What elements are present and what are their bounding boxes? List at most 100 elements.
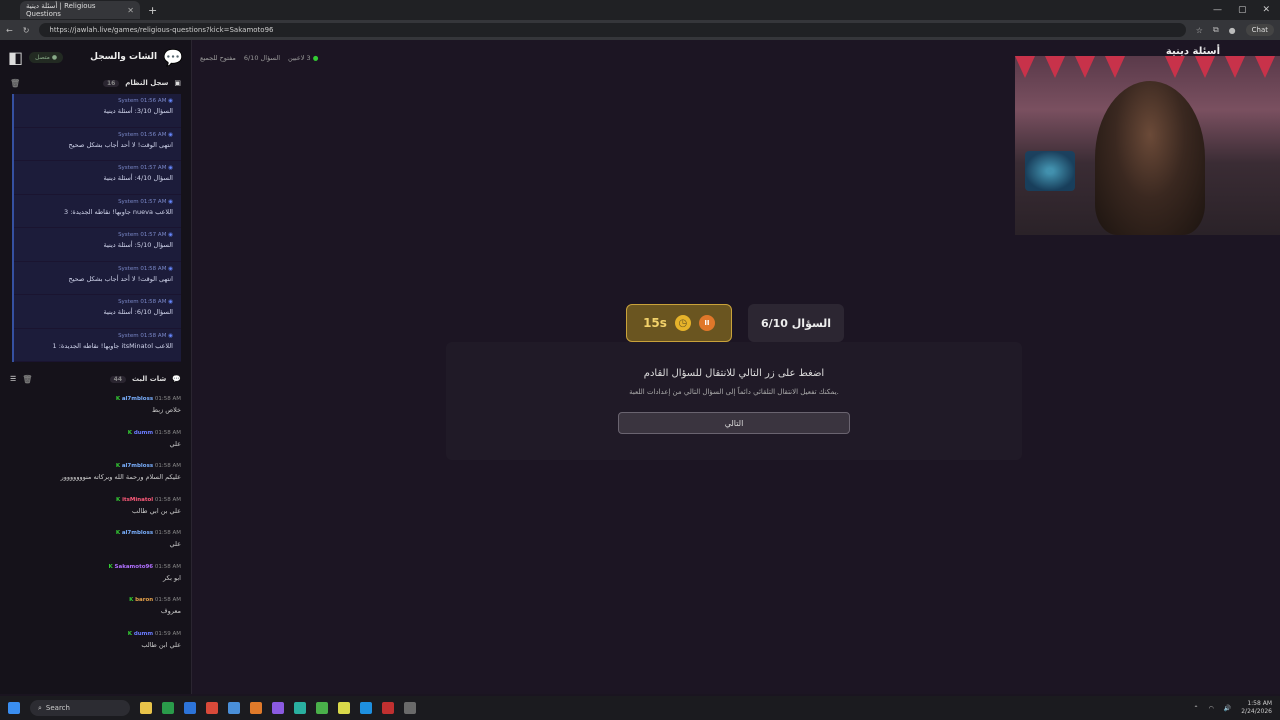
wifi-icon[interactable]: ◠ [1209,705,1214,712]
chat-message: K itsMinatol 01:58 AM علي بن ابي طالب [116,496,181,515]
app-icon[interactable] [206,702,218,714]
taskbar-search[interactable]: ⌕ Search [30,700,130,716]
next-question-card: اضغط على زر التالي للانتقال للسؤال القاد… [446,342,1022,460]
search-icon: ⌕ [38,703,42,712]
trash-icon[interactable]: 🗑 [22,375,32,384]
close-tab-icon[interactable]: ✕ [127,6,134,15]
profile-icon[interactable]: ● [1229,26,1236,35]
chat-message: K al7mbloss 01:58 AM خلاص زبط [115,396,181,414]
sidebar-title: الشات والسجل [90,52,158,62]
system-log-title: سجل النظام [125,79,169,87]
kick-icon: K [115,396,121,402]
collapse-sidebar-icon[interactable]: ◧ [8,48,23,67]
system-log-item: ◉ System 01:56 AM انتهى الوقت! لا أحد أجا… [14,127,181,161]
file-explorer-icon[interactable] [140,702,152,714]
status-badge: ● متصل [29,51,64,63]
app-icon[interactable] [272,702,284,714]
kick-icon: K [127,429,133,436]
chat-message: K al7mbloss 01:58 AM علي [115,530,181,548]
kick-icon: K [108,563,113,570]
next-button[interactable]: التالي [618,412,850,434]
url-text: https://jawlah.live/games/religious-ques… [49,26,274,34]
question-progress: السؤال 6/10 [243,54,281,62]
volume-icon[interactable]: 🔊 [1224,705,1231,712]
chrome-icon[interactable] [338,702,350,714]
minimize-icon[interactable]: — [1213,5,1222,15]
edge-icon[interactable] [360,702,372,714]
system-log-item: ◉ System 01:57 AM السؤال 5/10: أسئلة ديني… [14,228,181,262]
clock-icon: ◷ [674,315,691,331]
taskbar-clock[interactable]: 1:58 AM 2/24/2026 [1241,700,1272,716]
monitor-glow [1025,151,1075,191]
app-icon[interactable] [316,702,328,714]
window-controls: — ▢ ✕ [1213,5,1280,15]
bot-icon: ◉ [168,299,173,305]
tab-title: أسئلة دينية | Religious Questions [26,2,96,18]
live-chat-list: K al7mbloss 01:58 AM خلاص زبط K dumm 01:58… [0,392,191,660]
windows-taskbar: ⌕ Search ⌃ ◠ 🔊 1:58 AM 2/24/2026 [0,696,1280,720]
tray-chevron-icon[interactable]: ⌃ [1193,705,1198,712]
chat-button[interactable]: Chat [1245,24,1274,36]
kick-icon: K [127,630,133,637]
timer-box: 15s ◷ II [626,304,732,342]
app-icon[interactable] [184,702,196,714]
chat-message: K baron 01:58 AM معروف [129,597,181,615]
question-counter: السؤال 6/10 [748,304,844,342]
close-window-icon[interactable]: ✕ [1262,5,1270,15]
bot-icon: ◉ [168,131,173,138]
timer-seconds: 15s [643,316,667,330]
chat-icon: 💬 [163,47,183,67]
chat-sidebar: 💬 الشات والسجل ● متصل ◧ ▣ سجل النظام 16 … [0,40,192,694]
kick-icon: K [115,530,121,536]
app-icon[interactable] [404,702,416,714]
bot-icon: ◉ [168,198,173,205]
reload-icon[interactable]: ↻ [23,26,30,35]
players-count: ● 3 لاعبين [288,54,319,62]
system-log-list: ◉ System 01:56 AM السؤال 3/10: أسئلة ديني… [12,94,181,362]
bot-icon: ◉ [168,165,173,171]
game-counters: 15s ◷ II السؤال 6/10 [626,304,844,342]
system-log-item: ◉ System 01:58 AM اللاعب itsMinatol جاوبه… [14,328,181,362]
kick-icon: K [129,597,134,603]
pause-button[interactable]: II [698,315,715,331]
webcam-overlay [1015,56,1280,235]
system-log-header: ▣ سجل النظام 16 🗑 [0,74,191,92]
app-icon[interactable] [162,702,174,714]
app-icon[interactable] [228,702,240,714]
search-label: Search [45,704,70,712]
kick-icon: K [116,496,121,503]
star-icon[interactable]: ☆ [1196,26,1203,35]
system-log-item: ◉ System 01:58 AM السؤال 6/10: أسئلة ديني… [14,295,181,329]
bot-icon: ◉ [168,332,173,339]
filter-icon[interactable]: ☰ [10,375,16,383]
system-log-count: 16 [102,79,120,87]
bot-icon: ◉ [168,232,173,238]
maximize-icon[interactable]: ▢ [1238,5,1247,15]
log-icon: ▣ [174,79,181,87]
chat-message: K dumm 01:59 AM علي ابن طالب [127,630,181,649]
browser-tabbar: أسئلة دينية | Religious Questions ✕ + — … [0,0,1280,20]
browser-tab[interactable]: أسئلة دينية | Religious Questions ✕ [20,1,140,19]
new-tab-icon[interactable]: + [148,4,157,17]
start-icon[interactable] [8,702,20,714]
back-icon[interactable]: ← [6,26,13,35]
chat-message: K Sakamoto96 01:58 AM ابو بكر [108,563,182,582]
live-chat-header: 💬 شات البث 44 🗑 ☰ [0,370,191,388]
system-log-item: ◉ System 01:56 AM السؤال 3/10: أسئلة ديني… [14,94,181,128]
chat-bubble-icon: 💬 [172,375,181,383]
app-icon[interactable] [294,702,306,714]
sidebar-header: 💬 الشات والسجل ● متصل ◧ [0,40,191,74]
instruction-text: اضغط على زر التالي للانتقال للسؤال القاد… [643,368,825,379]
browser-toolbar: ← ↻ https://jawlah.live/games/religious-… [0,20,1280,40]
game-area: ● 3 لاعبين السؤال 6/10 مفتوح للجميع أسئل… [192,40,1280,694]
extensions-icon[interactable]: ⧉ [1213,25,1219,35]
game-mode: مفتوح للجميع [200,54,236,62]
url-field[interactable]: https://jawlah.live/games/religious-ques… [39,23,1186,37]
streamer-figure [1095,81,1205,235]
trash-icon[interactable]: 🗑 [10,79,20,88]
app-icon[interactable] [250,702,262,714]
kick-icon: K [115,463,121,469]
chat-message: K al7mbloss 01:58 AM عليكم السلام ورحمة ا… [60,463,181,481]
app-icon[interactable] [382,702,394,714]
bot-icon: ◉ [168,98,173,104]
